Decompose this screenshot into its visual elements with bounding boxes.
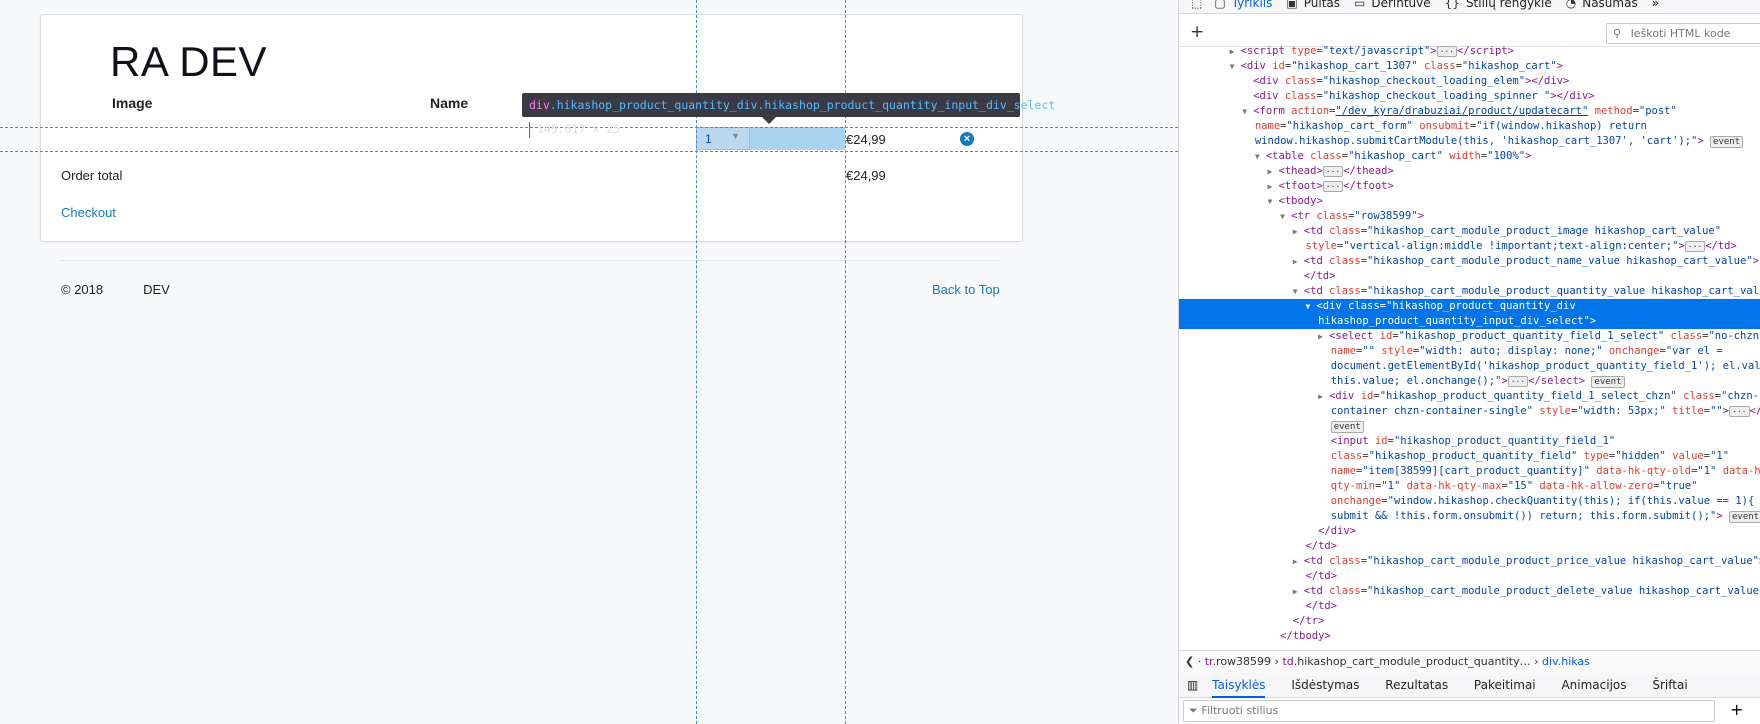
tree-line[interactable]: ▼ <form action="/dev_kyra/drabuziai/produ… (1179, 104, 1760, 119)
tree-line[interactable]: </div> (1179, 524, 1760, 539)
filter-styles-input[interactable]: ⏷ Filtruoti stilius (1183, 700, 1715, 722)
tab-style-editor[interactable]: {} Stilių rengyklė (1445, 0, 1552, 10)
console-icon: ▣ (1286, 0, 1298, 10)
tree-line[interactable]: ▶ <div id="hikashop_product_quantity_fiel… (1179, 389, 1760, 404)
tree-line[interactable]: ▶ <script type="text/javascript"> ··· </scr… (1179, 44, 1760, 59)
order-total-label: Order total (61, 168, 123, 183)
breadcrumb-item-current[interactable]: div.hikas (1542, 655, 1590, 668)
breadcrumb-item[interactable]: td.hikashop_cart_module_product_quantity… (1282, 655, 1530, 668)
tree-line[interactable]: name="item[38599][cart_product_quantity]… (1179, 464, 1760, 479)
more-tabs-button[interactable]: » (1652, 0, 1659, 10)
tree-line[interactable]: container chzn-container-single" style="… (1179, 404, 1760, 419)
tree-line[interactable]: onchange="window.hikashop.checkQuantity(… (1179, 494, 1760, 509)
breadcrumb-back-icon[interactable]: ❮ (1179, 655, 1194, 668)
tree-line[interactable]: name="" style="width: auto; display: non… (1179, 344, 1760, 359)
tree-line[interactable]: ▼ <tr class="row38599"> (1179, 209, 1760, 224)
tab-console[interactable]: ▣ Pultas (1286, 0, 1340, 10)
tree-line[interactable]: submit && !this.form.onsubmit()) return;… (1179, 509, 1760, 524)
add-node-icon[interactable]: + (1190, 22, 1204, 42)
guide-line-bottom (0, 151, 1178, 152)
element-tooltip: div.hikashop_product_quantity_div.hikash… (522, 93, 1055, 138)
tree-line[interactable]: <div class="hikashop_checkout_loading_sp… (1179, 89, 1760, 104)
tab-debugger[interactable]: ▭ Derintuvė (1354, 0, 1431, 10)
rules-tabbar: ▥ Taisyklės Išdėstymas Rezultatas Pakeit… (1179, 673, 1760, 698)
tree-line[interactable]: class="hikashop_product_quantity_field" … (1179, 449, 1760, 464)
markup-tree: ▶ <script type="text/javascript"> ··· </scr… (1179, 44, 1760, 650)
column-header-name: Name (430, 95, 469, 111)
markup-toolbar: + ⚲ Ieškoti HTML kode (1179, 20, 1760, 47)
tab-animations[interactable]: Animacijos (1561, 673, 1626, 697)
tab-fonts[interactable]: Šriftai (1652, 673, 1687, 697)
tab-rules[interactable]: Taisyklės (1212, 675, 1266, 698)
tree-line-selected[interactable]: ▼ <div class="hikashop_product_quantity_d… (1179, 299, 1760, 314)
tooltip-arrow (762, 117, 776, 124)
tree-line[interactable]: </tbody> (1179, 629, 1760, 644)
tab-changes[interactable]: Pakeitimai (1474, 673, 1536, 697)
quantity-value: 1 (705, 132, 712, 146)
tree-line[interactable]: ▼ <div id="hikashop_cart_1307" class="hik… (1179, 59, 1760, 74)
tree-line[interactable]: ▶ <td class="hikashop_cart_module_product… (1179, 554, 1760, 569)
debugger-icon: ▭ (1354, 0, 1366, 10)
tree-line[interactable]: this.value; el.onchange();"> ··· </select>… (1179, 374, 1760, 389)
style-editor-icon: {} (1444, 0, 1460, 10)
footer-copyright: © 2018 DEV (61, 282, 170, 297)
tree-line[interactable]: ▶ <select id="hikashop_product_quantity_f… (1179, 329, 1760, 344)
remove-item-icon[interactable]: × (960, 132, 974, 146)
inspector-icon: ▢ (1214, 0, 1226, 10)
tree-line[interactable]: ▶ <tfoot> ··· </tfoot> (1179, 179, 1760, 194)
tree-line[interactable]: ▶ <thead> ··· </thead> (1179, 164, 1760, 179)
column-header-image: Image (112, 95, 153, 111)
order-total-value: €24,99 (846, 168, 886, 183)
tree-line[interactable]: ▶ <td class="hikashop_cart_module_product… (1179, 584, 1760, 599)
tree-line[interactable]: <input id="hikashop_product_quantity_fie… (1179, 434, 1760, 449)
tree-line[interactable]: name="hikashop_cart_form" onsubmit="if(w… (1179, 119, 1760, 134)
tree-line[interactable]: document.getElementById('hikashop_produc… (1179, 359, 1760, 374)
performance-icon: ◔ (1565, 0, 1577, 10)
filter-icon: ⏷ (1189, 704, 1198, 717)
highlight-overlay (750, 127, 845, 150)
element-picker-icon[interactable]: ⬚ (1191, 0, 1202, 10)
quantity-select[interactable]: 1 ▼ (696, 127, 750, 150)
tree-line[interactable]: window.hikashop.submitCartModule(this, '… (1179, 134, 1760, 149)
tree-line[interactable]: ▼ <td class="hikashop_cart_module_product… (1179, 284, 1760, 299)
tab-computed[interactable]: Rezultatas (1385, 673, 1448, 697)
devtools-panel: ⬚ ▢ Tyriklis ▣ Pultas ▭ Derintuvė {} Stilių … (1178, 0, 1760, 724)
site-title: RA DEV (110, 38, 268, 85)
tree-line[interactable]: ▶ <td class="hikashop_cart_module_product… (1179, 254, 1760, 269)
footer-divider (60, 260, 1000, 261)
breadcrumb-item[interactable]: tr.row38599 (1205, 655, 1271, 668)
tree-line[interactable]: </tr> (1179, 614, 1760, 629)
tree-line[interactable]: style="vertical-align:middle !important;… (1179, 239, 1760, 254)
webpage-viewport: RA DEV Image Name 1 ▼ €24,99 × Order tot… (0, 0, 1178, 724)
tree-line[interactable]: </td> (1179, 269, 1760, 284)
tree-line[interactable]: qty-min="1" data-hk-qty-max="15" data-hk… (1179, 479, 1760, 494)
devtools-tabbar: ⬚ ▢ Tyriklis ▣ Pultas ▭ Derintuvė {} Stilių … (1179, 0, 1760, 14)
sidebar-toggle-icon[interactable]: ▥ (1179, 678, 1208, 692)
tree-line[interactable]: <div class="hikashop_checkout_loading_el… (1179, 74, 1760, 89)
chevron-down-icon: ▼ (731, 131, 740, 141)
tree-line[interactable]: </td> (1179, 599, 1760, 614)
breadcrumb: ❮ · tr.row38599 › td.hikashop_cart_modul… (1179, 650, 1760, 674)
checkout-link[interactable]: Checkout (61, 205, 116, 220)
search-icon: ⚲ (1613, 27, 1622, 40)
tab-inspector[interactable]: ▢ Tyriklis (1214, 0, 1272, 10)
tree-line[interactable]: </td> (1179, 569, 1760, 584)
tree-line[interactable]: </td> (1179, 539, 1760, 554)
tree-line[interactable]: ▼ <tbody> (1179, 194, 1760, 209)
tab-layout[interactable]: Išdėstymas (1291, 673, 1359, 697)
product-price: €24,99 (846, 132, 886, 147)
back-to-top-link[interactable]: Back to Top (932, 282, 1000, 297)
tree-line[interactable]: ▼ <table class="hikashop_cart" width="100… (1179, 149, 1760, 164)
html-search-input[interactable]: ⚲ Ieškoti HTML kode (1606, 23, 1760, 44)
tab-performance[interactable]: ◔ Našumas (1566, 0, 1638, 10)
add-rule-icon[interactable]: + (1730, 700, 1743, 719)
tree-line-selected[interactable]: hikashop_product_quantity_input_div_sele… (1179, 314, 1760, 329)
tree-line[interactable]: event (1179, 419, 1760, 434)
tree-line[interactable]: ▶ <td class="hikashop_cart_module_product… (1179, 224, 1760, 239)
